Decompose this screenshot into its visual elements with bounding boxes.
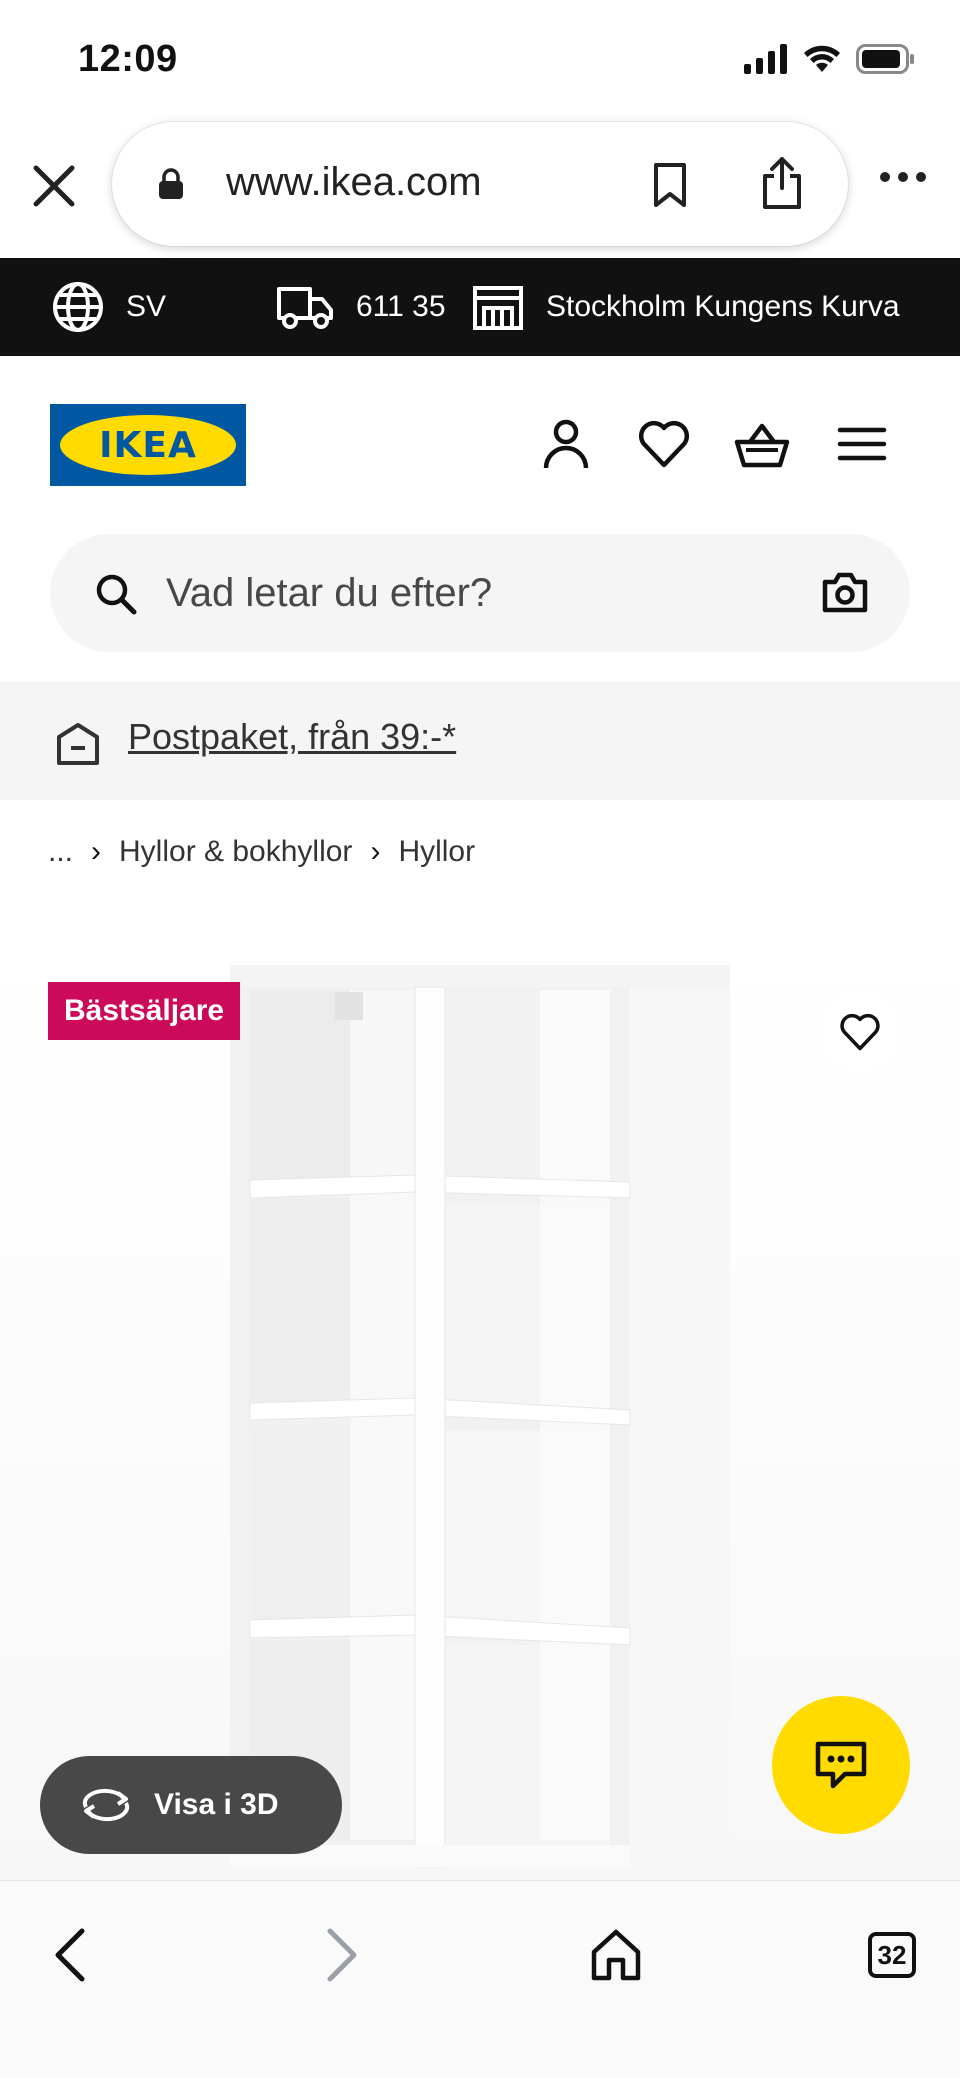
rotate-3d-icon bbox=[82, 1788, 130, 1822]
more-icon[interactable] bbox=[880, 172, 926, 182]
product-image-area: Bästsäljare Visa i 3D bbox=[0, 940, 960, 1880]
battery-icon bbox=[856, 44, 914, 74]
status-bar: 12:09 bbox=[0, 0, 960, 118]
basket-icon[interactable] bbox=[734, 416, 790, 472]
address-bar[interactable]: www.ikea.com bbox=[112, 122, 848, 246]
share-icon[interactable] bbox=[760, 156, 804, 210]
promo-banner: Postpaket, från 39:-* bbox=[0, 682, 960, 800]
home-button[interactable] bbox=[576, 1915, 656, 1995]
breadcrumb: ... › Hyllor & bokhyllor › Hyllor bbox=[48, 832, 475, 872]
search-input[interactable] bbox=[166, 562, 806, 624]
favorite-button[interactable] bbox=[820, 992, 900, 1072]
bookmark-icon[interactable] bbox=[652, 162, 688, 208]
delivery-postcode[interactable]: 611 35 bbox=[276, 258, 446, 356]
search-icon[interactable] bbox=[94, 572, 138, 616]
account-icon[interactable] bbox=[538, 416, 594, 472]
language-label: SV bbox=[126, 290, 167, 323]
wifi-icon bbox=[804, 45, 840, 72]
logo-text: IKEA bbox=[99, 424, 197, 466]
breadcrumb-item[interactable]: Hyllor & bokhyllor bbox=[119, 835, 352, 869]
signal-icon bbox=[744, 44, 787, 74]
status-icons bbox=[744, 44, 916, 74]
back-button[interactable] bbox=[30, 1915, 110, 1995]
ikea-logo[interactable]: IKEA bbox=[50, 404, 246, 486]
info-bar: SV 611 35 Stockholm Kungens Kurva bbox=[0, 258, 960, 356]
heart-icon bbox=[840, 1013, 880, 1051]
store-icon bbox=[473, 286, 523, 330]
chat-icon bbox=[815, 1741, 867, 1789]
store-name: Stockholm Kungens Kurva bbox=[546, 290, 900, 323]
store-selector[interactable]: Stockholm Kungens Kurva bbox=[472, 258, 900, 356]
lock-icon bbox=[159, 168, 183, 199]
parcel-icon bbox=[57, 723, 99, 765]
url-text: www.ikea.com bbox=[226, 160, 482, 204]
view-3d-button[interactable]: Visa i 3D bbox=[40, 1756, 342, 1854]
view-3d-label: Visa i 3D bbox=[154, 1788, 279, 1821]
heart-icon[interactable] bbox=[636, 416, 692, 472]
chevron-right-icon: › bbox=[370, 835, 381, 868]
chevron-right-icon: › bbox=[91, 835, 102, 868]
tabs-count: 32 bbox=[868, 1932, 916, 1978]
menu-icon[interactable] bbox=[834, 416, 890, 472]
search-bar bbox=[50, 534, 910, 652]
browser-url-row: www.ikea.com bbox=[0, 118, 960, 258]
camera-icon[interactable] bbox=[822, 570, 868, 614]
chat-button[interactable] bbox=[772, 1696, 910, 1834]
tabs-button[interactable]: 32 bbox=[852, 1915, 932, 1995]
globe-icon bbox=[53, 282, 103, 332]
browser-toolbar: 32 bbox=[0, 1880, 960, 2078]
status-time: 12:09 bbox=[78, 38, 178, 80]
promo-link[interactable]: Postpaket, från 39:-* bbox=[128, 716, 456, 758]
breadcrumb-item[interactable]: Hyllor bbox=[398, 835, 475, 869]
truck-icon bbox=[277, 287, 333, 329]
breadcrumb-ellipsis[interactable]: ... bbox=[48, 835, 73, 869]
bestseller-badge: Bästsäljare bbox=[48, 982, 241, 1040]
postal-code: 611 35 bbox=[356, 290, 446, 323]
chevron-right-icon bbox=[327, 1928, 357, 1982]
site-header: IKEA bbox=[0, 356, 960, 526]
close-icon[interactable] bbox=[28, 160, 80, 212]
forward-button[interactable] bbox=[302, 1915, 382, 1995]
home-icon bbox=[591, 1929, 641, 1981]
language-selector[interactable]: SV bbox=[52, 258, 166, 356]
chevron-left-icon bbox=[55, 1928, 85, 1982]
product-image[interactable] bbox=[220, 950, 740, 1880]
